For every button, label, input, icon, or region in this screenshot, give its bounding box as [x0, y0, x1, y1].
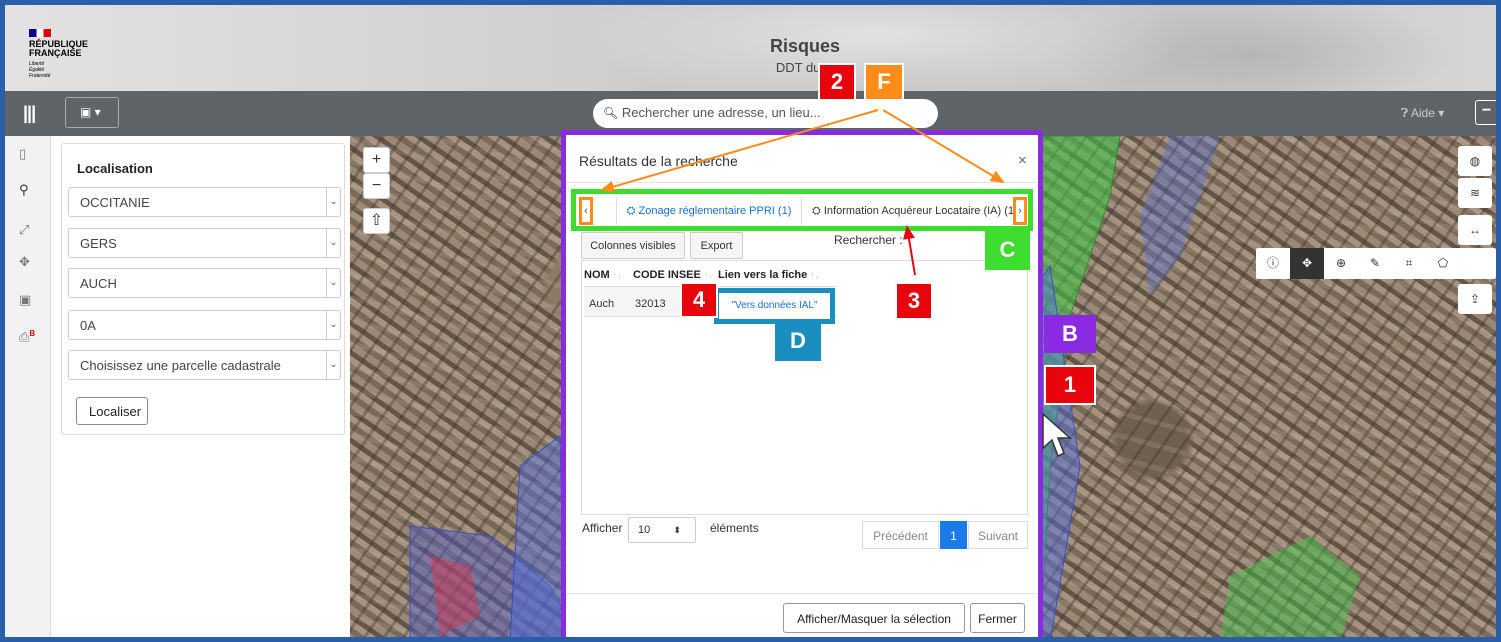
cell-nom: Auch [589, 298, 615, 310]
annotation-1: 1 [1044, 365, 1096, 405]
basemap-dropdown-button[interactable]: ▣ ▾ [65, 97, 119, 128]
tab-scroll-left-button[interactable]: ‹ [579, 197, 593, 225]
modal-header: Résultats de la recherche × [566, 135, 1038, 183]
pagination-next[interactable]: Suivant [968, 521, 1028, 549]
modal-title: Résultats de la recherche [579, 153, 738, 169]
annotation-C: C [985, 230, 1030, 270]
logo-motto: Liberté Égalité Fraternité [29, 61, 51, 79]
layer-icon: ⛭ [812, 205, 821, 217]
map-layers-icon: ▣ [80, 105, 92, 119]
cell-code-insee: 32013 [635, 298, 666, 310]
address-search-input[interactable]: 🔍︎ Rechercher une adresse, un lieu... [593, 99, 938, 128]
logo-line-2: FRANÇAISE [29, 48, 82, 58]
crosshair-icon[interactable]: ✥ [19, 254, 30, 270]
sort-icon: ⬍ [673, 525, 681, 535]
visible-columns-button[interactable]: Colonnes visibles [581, 232, 685, 259]
column-header-code-insee[interactable]: CODE INSEE ↑↓ [633, 269, 713, 281]
zoom-in-button[interactable]: + [363, 147, 390, 173]
zoom-out-button[interactable]: − [363, 173, 390, 199]
parcel-select[interactable]: Choisissez une parcelle cadastrale ⌄ [68, 350, 341, 380]
north-arrow-button[interactable]: ⇧ [363, 208, 390, 234]
pagination-previous[interactable]: Précédent [862, 521, 939, 549]
measure-icon[interactable]: ↔ [1458, 215, 1492, 245]
polygon-icon[interactable]: ⬠ [1426, 248, 1460, 279]
tab-zonage-ppri[interactable]: ⛭ Zonage réglementaire PPRI (1) [616, 197, 802, 225]
localisation-card: Localisation OCCITANIE ⌄ GERS ⌄ AUCH ⌄ 0A ⌄ … [61, 143, 345, 435]
map-toolbar: ⓘ ✥ ⊕ ✎ ⌗ ⬠ [1256, 248, 1496, 279]
close-icon[interactable]: × [1018, 152, 1027, 169]
select-point-icon[interactable]: ⊕ [1324, 248, 1358, 279]
annotation-F: F [864, 63, 904, 101]
map-icon[interactable]: ▯ [19, 146, 26, 162]
tab-information-acquereur[interactable]: ⛭ Information Acquéreur Locataire (IA) (… [812, 197, 1018, 225]
table-search-label: Rechercher : [834, 233, 903, 247]
flag-icon [29, 29, 51, 37]
info-icon[interactable]: ⓘ [1256, 248, 1290, 279]
chevron-down-icon: ⌄ [326, 311, 340, 339]
column-header-nom[interactable]: NOM ↑↓ [584, 269, 622, 281]
app-header: RÉPUBLIQUE FRANÇAISE Liberté Égalité Fra… [5, 5, 1496, 91]
fermer-button[interactable]: Fermer [970, 603, 1025, 633]
column-header-lien[interactable]: Lien vers la fiche ↑↓ [718, 269, 819, 281]
localiser-button[interactable]: Localiser [76, 397, 148, 425]
chevron-down-icon: ⌄ [326, 269, 340, 297]
annotation-3: 3 [895, 282, 933, 320]
toggle-selection-button[interactable]: Afficher/Masquer la sélection [783, 603, 965, 633]
print-icon[interactable]: ⎙B [19, 329, 35, 345]
annotation-B: B [1044, 315, 1096, 353]
export-button[interactable]: Export [690, 232, 743, 259]
chevron-down-icon: ⌄ [326, 351, 340, 379]
department-select[interactable]: GERS ⌄ [68, 228, 341, 258]
layer-icon: ⛭ [626, 205, 636, 217]
tab-scroll-right-button[interactable]: › [1013, 197, 1027, 225]
pan-icon[interactable]: ✥ [1290, 248, 1324, 279]
ial-data-link[interactable]: "Vers données IAL" [714, 288, 835, 324]
search-placeholder: Rechercher une adresse, un lieu... [621, 105, 821, 120]
search-icon: 🔍︎ [603, 106, 619, 120]
select-box-icon[interactable]: ⌗ [1392, 248, 1426, 279]
image-icon[interactable]: ▣ [19, 292, 31, 308]
republique-francaise-logo: RÉPUBLIQUE FRANÇAISE Liberté Égalité Fra… [29, 29, 99, 79]
location-pin-icon[interactable]: ⚲ [19, 182, 29, 198]
length-label-before: Afficher [582, 521, 623, 535]
upload-icon[interactable]: ⇪ [1458, 284, 1492, 314]
chevron-down-icon: ⌄ [326, 229, 340, 257]
results-tabs: ‹ ⛭ Zonage réglementaire PPRI (1) ⛭ Info… [571, 189, 1033, 231]
chevron-down-icon: ⌄ [326, 188, 340, 216]
commune-select[interactable]: AUCH ⌄ [68, 268, 341, 298]
length-label-after: éléments [710, 521, 759, 535]
menu-icon[interactable]: ||| [23, 103, 36, 124]
annotation-4: 4 [680, 282, 718, 318]
minimize-header-button[interactable]: − [1475, 100, 1498, 125]
pagination-page-1[interactable]: 1 [940, 521, 967, 549]
expand-icon[interactable]: ⤢ [19, 222, 29, 238]
search-results-modal: Résultats de la recherche × ‹ ⛭ Zonage r… [561, 130, 1043, 642]
layers-icon[interactable]: ≋ [1458, 178, 1492, 208]
page-title: Risques [769, 36, 841, 56]
help-dropdown[interactable]: ❓︎ Aide ▾ [1401, 106, 1444, 121]
section-select[interactable]: 0A ⌄ [68, 310, 341, 340]
localisation-title: Localisation [77, 161, 153, 176]
annotation-D: D [775, 321, 821, 361]
side-panel: Localisation OCCITANIE ⌄ GERS ⌄ AUCH ⌄ 0A ⌄ … [51, 136, 350, 642]
region-select[interactable]: OCCITANIE ⌄ [68, 187, 341, 217]
page-length-select[interactable]: 10 ⬍ [628, 517, 696, 543]
left-sidebar: ▯ ⚲ ⤢ ✥ ▣ ⎙B [5, 136, 51, 642]
annotation-2: 2 [818, 63, 856, 101]
globe-icon[interactable]: ◍ [1458, 146, 1492, 176]
question-icon: ❓︎ [1401, 106, 1409, 120]
draw-icon[interactable]: ✎ [1358, 248, 1392, 279]
